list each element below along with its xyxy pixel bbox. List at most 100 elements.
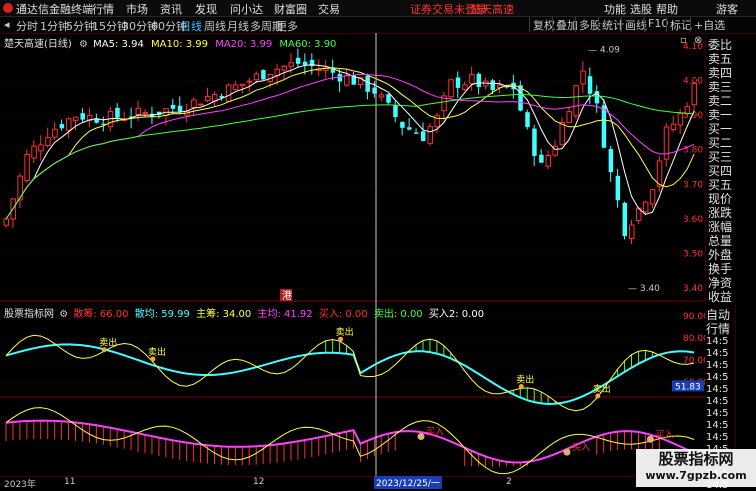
chart-expand-icon[interactable]: ▫ xyxy=(680,35,687,46)
candle-body xyxy=(142,112,148,115)
price-tick-label: 3.80 xyxy=(683,146,703,156)
main-chips-line xyxy=(5,407,695,475)
candle-body xyxy=(587,76,593,94)
tab-monthly[interactable]: 月线 xyxy=(227,18,249,34)
buy-signal-label: 买入 xyxy=(572,442,590,453)
sell-signal-icon xyxy=(595,393,601,399)
tab-5min[interactable]: 5分钟 xyxy=(66,18,95,34)
candle-body xyxy=(670,123,677,131)
candle-body xyxy=(386,94,391,103)
tab-more[interactable]: 更多 xyxy=(276,18,298,34)
candle-body xyxy=(545,154,552,167)
candle-body xyxy=(462,84,468,90)
osc-tick-label: 80.00 xyxy=(683,334,705,344)
tick-time: 14:5 xyxy=(706,420,729,431)
menu-function[interactable]: 功能 xyxy=(604,1,626,17)
retail-chips: 散筹: 66.00 xyxy=(73,309,129,320)
tick-time: 14:5 xyxy=(706,348,729,359)
candle-body xyxy=(601,105,607,148)
price-tick-label: 3.40 xyxy=(683,284,703,294)
tick-time: 14:5 xyxy=(706,336,729,347)
candle-body xyxy=(455,77,461,88)
tab-1min[interactable]: 1分钟 xyxy=(40,18,69,34)
btn-add-watch[interactable]: +自选 xyxy=(690,17,725,32)
candle-body xyxy=(73,116,79,121)
period-toolbar: ◂ 分时 1分钟 5分钟 15分钟 30分钟 60分钟 日线 周线 月线 多周期… xyxy=(0,17,756,34)
watermark-text: 股票指标网 xyxy=(658,450,734,468)
kline-title: 楚天高速(日线) xyxy=(4,39,72,50)
menu-item-hangqing[interactable]: 行情 xyxy=(92,1,114,17)
stock-tag: 楚天高速 xyxy=(470,3,514,16)
candle-body xyxy=(469,74,475,85)
candle-body xyxy=(365,75,370,92)
candle-body xyxy=(393,105,398,118)
candle-body xyxy=(135,107,142,116)
btn-f10[interactable]: F10 xyxy=(644,17,668,32)
candle-body xyxy=(225,84,232,103)
candle-body xyxy=(684,106,691,115)
price-tick-label: 3.70 xyxy=(683,180,703,190)
buy-signal-icon xyxy=(417,433,425,441)
kline-chart[interactable]: 4.104.003.903.803.703.603.503.4090.0080.… xyxy=(0,33,705,476)
menu-item-market[interactable]: 市场 xyxy=(126,1,148,17)
sell-signal-icon xyxy=(101,347,107,353)
menu-item-discover[interactable]: 发现 xyxy=(195,1,217,17)
menu-guest[interactable]: 游客 xyxy=(716,1,738,17)
candle-body xyxy=(649,189,656,205)
chart-close-icon[interactable]: ⊗ xyxy=(694,35,702,46)
buy-signal-label: 买入 xyxy=(426,427,444,438)
menu-bar: 通达信金融终端 行情 市场 资讯 发现 问小达 财富圈 交易 证券交易未登录 楚… xyxy=(0,0,756,17)
tick-time: 14:5 xyxy=(706,372,729,383)
candle-body xyxy=(448,79,454,98)
candle-body xyxy=(615,175,621,201)
sell-signal-label: 卖出 xyxy=(148,346,166,358)
watermark-url: www.7gpzb.com xyxy=(645,469,747,482)
back-arrow-icon[interactable]: ◂ xyxy=(4,18,10,31)
app-title: 通达信金融终端 xyxy=(16,3,93,16)
app-logo-icon xyxy=(3,3,13,13)
date-label-feb: 2 xyxy=(506,477,512,487)
tick-panel-title2: 行情 xyxy=(706,322,731,336)
candle-body xyxy=(490,80,495,91)
candle-body xyxy=(337,74,343,82)
indicator-settings-icon[interactable]: ⚙ xyxy=(59,309,68,320)
candle-body xyxy=(476,73,482,88)
candle-body xyxy=(302,61,308,65)
tab-fenshi[interactable]: 分时 xyxy=(16,18,38,34)
date-label-dec: 12 xyxy=(253,477,265,487)
candle-body xyxy=(691,83,698,106)
sell-signal-icon xyxy=(150,356,156,362)
candle-body xyxy=(573,85,579,117)
date-cursor-label: 2023/12/25/一 xyxy=(374,476,442,489)
candle-body xyxy=(66,118,72,131)
menu-help[interactable]: 帮助 xyxy=(656,1,678,17)
tick-time: 14:5 xyxy=(706,384,729,395)
ma5-label: MA5: 3.94 xyxy=(93,39,144,50)
buy2-value: 买入2: 0.00 xyxy=(428,309,485,320)
menu-item-ask[interactable]: 问小达 xyxy=(230,1,263,17)
date-label-year: 2023年 xyxy=(4,480,36,490)
date-axis: 2023年 11 12 2023/12/25/一 2 xyxy=(0,476,705,490)
tab-weekly[interactable]: 周线 xyxy=(204,18,226,34)
candle-body xyxy=(344,75,350,86)
ma20-label: MA20: 3.99 xyxy=(215,39,273,50)
tick-time: 14:5 xyxy=(706,408,729,419)
cursor-value: 51.83 xyxy=(675,382,701,392)
chart-settings-icon[interactable]: ⚙ xyxy=(79,39,88,50)
menu-item-wealth[interactable]: 财富圈 xyxy=(274,1,307,17)
candle-body xyxy=(427,126,433,144)
menu-item-trade[interactable]: 交易 xyxy=(318,1,340,17)
candle-body xyxy=(532,128,537,156)
btn-mark[interactable]: 标记 xyxy=(666,17,692,32)
sell-signal-label: 卖出 xyxy=(516,374,534,386)
low-price-label: — 3.40 xyxy=(628,284,660,294)
tab-daily[interactable]: 日线 xyxy=(180,18,202,34)
menu-stock-pick[interactable]: 选股 xyxy=(630,1,652,17)
hk-marker: 港 xyxy=(282,290,292,302)
kline-title-row: 楚天高速(日线) ⚙ MA5: 3.94 MA10: 3.99 MA20: 3.… xyxy=(4,35,336,50)
menu-item-news[interactable]: 资讯 xyxy=(160,1,182,17)
candlestick-series xyxy=(3,48,698,245)
candle-body xyxy=(24,153,30,182)
buy-signal-label: 买入 xyxy=(655,429,673,440)
buy-value: 买入: 0.00 xyxy=(318,309,368,320)
